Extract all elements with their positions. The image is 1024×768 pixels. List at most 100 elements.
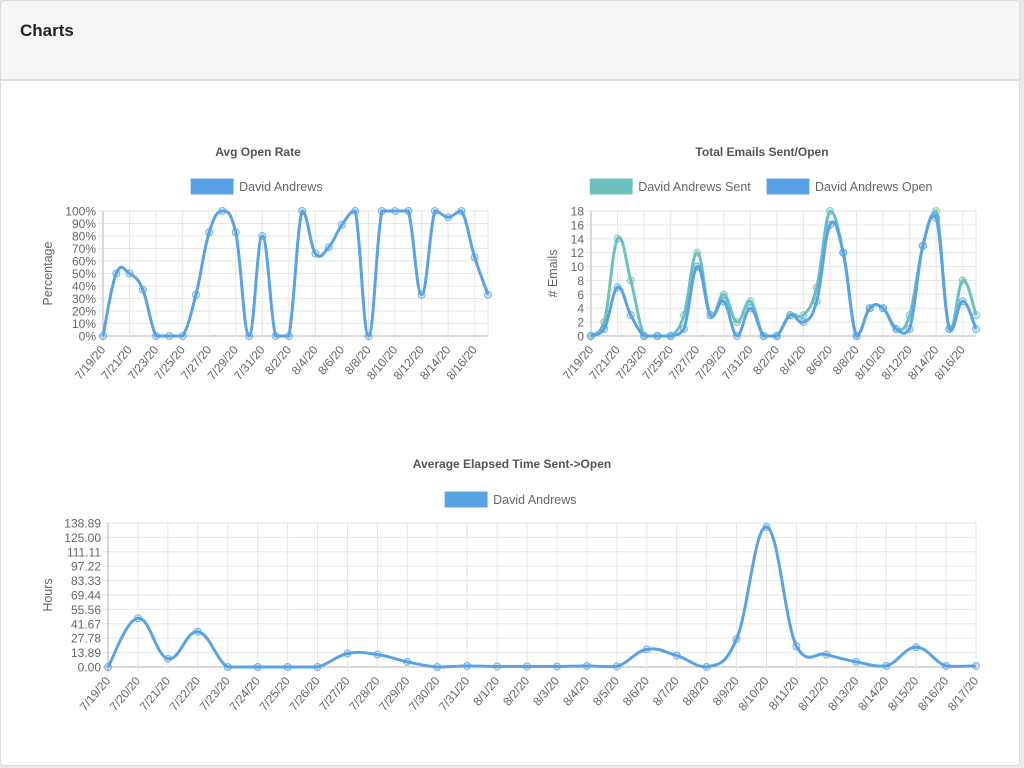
data-point[interactable] — [245, 332, 254, 340]
data-point[interactable] — [666, 332, 675, 340]
data-point[interactable] — [351, 207, 360, 215]
data-point[interactable] — [786, 311, 795, 320]
data-point[interactable] — [958, 297, 967, 306]
data-point[interactable] — [463, 661, 472, 670]
data-point[interactable] — [433, 663, 442, 671]
data-point[interactable] — [430, 207, 439, 215]
data-point[interactable] — [613, 283, 622, 292]
data-point[interactable] — [799, 311, 808, 320]
data-point[interactable] — [587, 332, 595, 340]
data-point[interactable] — [693, 248, 702, 257]
data-point[interactable] — [693, 262, 702, 271]
data-point[interactable] — [391, 207, 400, 215]
data-point[interactable] — [972, 661, 980, 670]
data-point[interactable] — [298, 207, 307, 215]
data-point[interactable] — [958, 276, 967, 285]
data-point[interactable] — [772, 332, 781, 340]
data-point[interactable] — [99, 332, 107, 340]
data-point[interactable] — [582, 661, 591, 670]
legend-item[interactable]: David Andrews Sent — [589, 178, 751, 195]
data-point[interactable] — [882, 661, 891, 670]
data-point[interactable] — [337, 220, 346, 229]
data-point[interactable] — [912, 643, 921, 652]
data-point[interactable] — [271, 332, 280, 340]
data-point[interactable] — [733, 332, 742, 340]
data-point[interactable] — [377, 207, 386, 215]
data-point[interactable] — [879, 304, 888, 313]
data-point[interactable] — [612, 662, 621, 671]
data-point[interactable] — [892, 325, 901, 334]
data-point[interactable] — [640, 332, 649, 340]
data-point[interactable] — [444, 213, 453, 222]
data-point[interactable] — [702, 663, 711, 671]
data-point[interactable] — [403, 657, 412, 666]
data-point[interactable] — [932, 213, 941, 222]
data-point[interactable] — [762, 523, 771, 532]
data-point[interactable] — [746, 297, 755, 306]
data-point[interactable] — [178, 332, 187, 340]
data-point[interactable] — [719, 297, 728, 306]
data-point[interactable] — [343, 649, 352, 658]
data-point[interactable] — [205, 228, 214, 237]
data-point[interactable] — [852, 657, 861, 666]
data-point[interactable] — [759, 332, 768, 340]
data-point[interactable] — [552, 662, 561, 671]
data-point[interactable] — [626, 311, 635, 320]
data-point[interactable] — [133, 614, 142, 623]
data-point[interactable] — [865, 304, 874, 313]
data-point[interactable] — [191, 290, 200, 299]
data-point[interactable] — [732, 635, 741, 644]
data-point[interactable] — [613, 234, 622, 243]
data-point[interactable] — [792, 642, 801, 651]
data-point[interactable] — [138, 285, 147, 294]
data-point[interactable] — [231, 228, 240, 237]
data-point[interactable] — [945, 325, 954, 334]
data-point[interactable] — [104, 663, 112, 671]
data-point[interactable] — [373, 650, 382, 659]
data-point[interactable] — [839, 248, 848, 257]
legend-item[interactable]: David Andrews Open — [766, 178, 932, 195]
data-point[interactable] — [165, 332, 174, 340]
data-point[interactable] — [404, 207, 413, 215]
data-point[interactable] — [253, 663, 262, 671]
data-point[interactable] — [218, 207, 227, 215]
data-point[interactable] — [324, 243, 333, 252]
data-point[interactable] — [825, 220, 834, 229]
data-point[interactable] — [523, 662, 532, 671]
legend-item[interactable]: David Andrews — [444, 491, 576, 508]
data-point[interactable] — [733, 318, 742, 327]
data-point[interactable] — [283, 663, 292, 671]
legend-item[interactable]: David Andrews — [190, 178, 322, 195]
data-point[interactable] — [972, 311, 980, 320]
data-point[interactable] — [125, 269, 134, 278]
data-point[interactable] — [313, 663, 322, 671]
data-point[interactable] — [719, 290, 728, 299]
data-point[interactable] — [258, 232, 267, 240]
data-point[interactable] — [112, 269, 121, 278]
data-point[interactable] — [822, 650, 831, 659]
data-point[interactable] — [852, 332, 861, 340]
data-point[interactable] — [484, 290, 492, 299]
data-point[interactable] — [223, 663, 232, 671]
data-point[interactable] — [672, 651, 681, 660]
data-point[interactable] — [825, 207, 834, 215]
data-point[interactable] — [918, 241, 927, 250]
data-point[interactable] — [905, 325, 914, 334]
data-point[interactable] — [364, 332, 373, 340]
data-point[interactable] — [311, 249, 320, 258]
data-point[interactable] — [470, 253, 479, 262]
data-point[interactable] — [626, 276, 635, 285]
data-point[interactable] — [679, 325, 688, 334]
data-point[interactable] — [653, 332, 662, 340]
data-point[interactable] — [972, 325, 980, 334]
data-point[interactable] — [706, 311, 715, 320]
data-point[interactable] — [152, 332, 161, 340]
data-point[interactable] — [493, 662, 502, 671]
data-point[interactable] — [600, 325, 609, 334]
data-point[interactable] — [163, 654, 172, 663]
data-point[interactable] — [812, 297, 821, 306]
data-point[interactable] — [417, 290, 426, 299]
data-point[interactable] — [942, 661, 951, 670]
data-point[interactable] — [799, 318, 808, 327]
data-point[interactable] — [746, 304, 755, 313]
